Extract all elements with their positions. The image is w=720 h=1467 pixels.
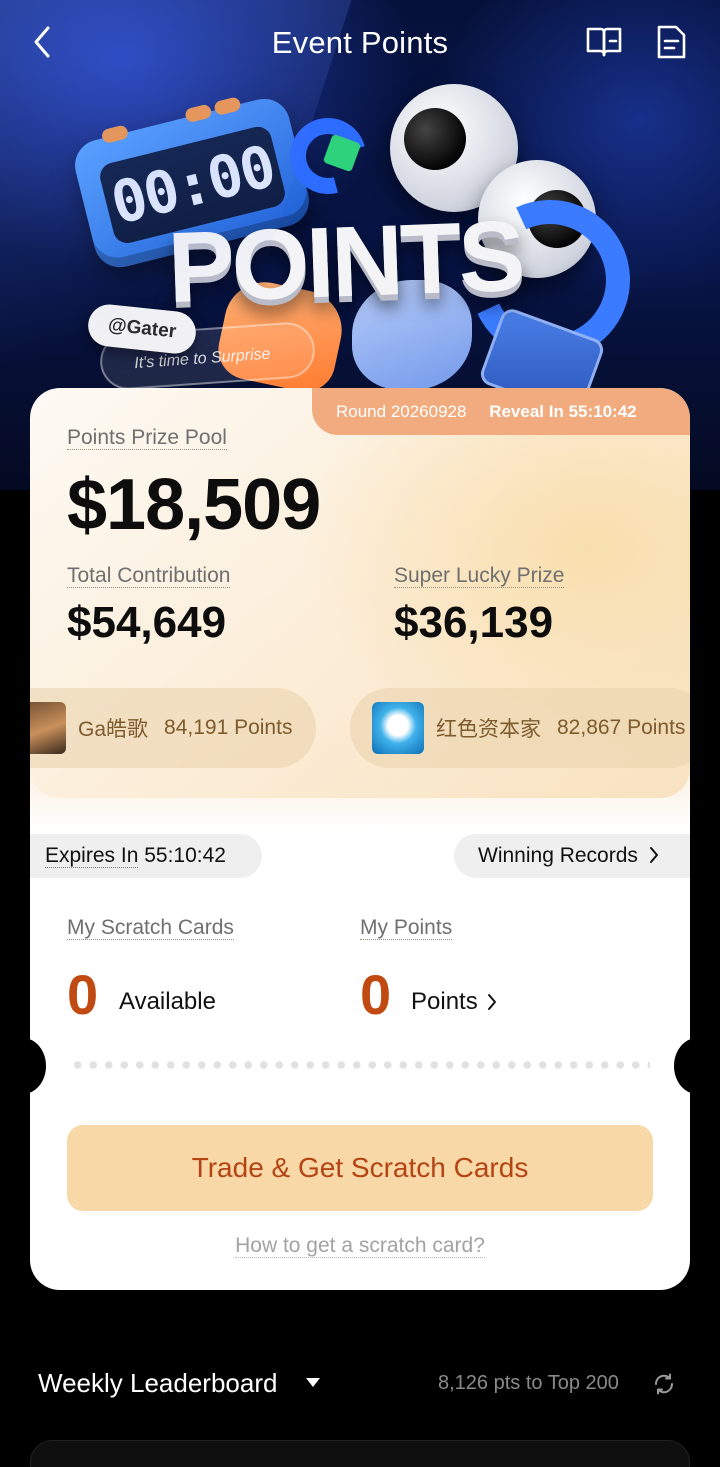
- chevron-right-icon: [488, 994, 497, 1010]
- prize-pool-label-text: Points Prize Pool: [67, 426, 227, 451]
- caret-down-icon[interactable]: [306, 1378, 320, 1387]
- refresh-button[interactable]: [652, 1372, 676, 1396]
- prize-pool-card: Round 20260928 Reveal In 55:10:42 Points…: [30, 388, 690, 798]
- rules-button[interactable]: [654, 24, 688, 60]
- top-bar: Event Points: [0, 0, 720, 86]
- super-lucky-prize-label: Super Lucky Prize: [394, 564, 565, 589]
- expires-value: 55:10:42: [144, 844, 226, 867]
- prize-pool-value: $18,509: [67, 465, 321, 545]
- document-icon: [657, 25, 686, 59]
- leader-ticker: Ga皓歌 84,191 Points 红色资本家 82,867 Points: [30, 688, 690, 768]
- round-label: Round 20260928: [336, 402, 467, 421]
- pupil-decor: [404, 108, 466, 170]
- clock-button-decor: [213, 96, 242, 117]
- my-points-unit: Points: [411, 988, 478, 1015]
- leaderboard-gap-text: 8,126 pts to Top 200: [438, 1372, 619, 1394]
- prize-pool-label: Points Prize Pool: [67, 426, 227, 451]
- refresh-icon: [654, 1373, 674, 1395]
- scratch-cards-unit: Available: [119, 988, 216, 1015]
- ticket-notch: [674, 1038, 720, 1094]
- scratch-cards-label-text: My Scratch Cards: [67, 916, 234, 941]
- book-icon: [586, 27, 622, 57]
- how-to-get-scratch-card-link[interactable]: How to get a scratch card?: [30, 1234, 690, 1258]
- ticket-perforation: [70, 1061, 650, 1069]
- ticker-item: Ga皓歌 84,191 Points: [30, 688, 317, 768]
- leaderboard-card: [30, 1440, 690, 1467]
- weekly-leaderboard-selector[interactable]: Weekly Leaderboard: [38, 1368, 277, 1399]
- avatar: [30, 702, 66, 754]
- my-points-label: My Points: [360, 916, 453, 941]
- scratch-cards-count: 0: [67, 963, 99, 1026]
- my-points-count: 0: [360, 963, 392, 1026]
- ticker-user-name: 红色资本家: [436, 718, 541, 741]
- expires-label: Expires In: [45, 844, 139, 869]
- clock-button-decor: [100, 124, 130, 145]
- round-badge: Round 20260928 Reveal In 55:10:42: [312, 388, 690, 435]
- my-points-label-text: My Points: [360, 916, 453, 941]
- guide-button[interactable]: [585, 24, 623, 60]
- trade-get-scratch-cards-button[interactable]: Trade & Get Scratch Cards: [67, 1125, 653, 1211]
- scratch-cards-label: My Scratch Cards: [67, 916, 234, 941]
- how-to-link-text: How to get a scratch card?: [235, 1234, 485, 1258]
- clock-face: 00:00: [97, 123, 288, 247]
- gater-tag: @Gater: [86, 302, 199, 356]
- avatar: [372, 702, 424, 754]
- ticker-user-points: 82,867 Points: [557, 716, 686, 739]
- ticket-notch: [0, 1038, 46, 1094]
- winning-records-label: Winning Records: [478, 844, 638, 867]
- super-lucky-prize-label-text: Super Lucky Prize: [394, 564, 565, 589]
- super-lucky-prize-value: $36,139: [394, 598, 554, 647]
- total-contribution-value: $54,649: [67, 598, 227, 647]
- chevron-right-icon: [649, 847, 658, 863]
- ticker-user-points: 84,191 Points: [164, 716, 293, 739]
- hero-headline: POINTS: [166, 199, 525, 325]
- ticker-item: 红色资本家 82,867 Points: [350, 688, 690, 768]
- clock-button-decor: [184, 103, 213, 124]
- reveal-countdown: Reveal In 55:10:42: [489, 402, 637, 421]
- my-scratch-panel: Expires In 55:10:42 Winning Records My S…: [0, 760, 720, 1290]
- total-contribution-label-text: Total Contribution: [67, 564, 231, 589]
- ticker-user-name: Ga皓歌: [78, 718, 149, 741]
- my-points-link[interactable]: Points: [411, 988, 498, 1016]
- expires-pill: Expires In 55:10:42: [30, 834, 262, 878]
- winning-records-button[interactable]: Winning Records: [454, 834, 690, 878]
- total-contribution-label: Total Contribution: [67, 564, 231, 589]
